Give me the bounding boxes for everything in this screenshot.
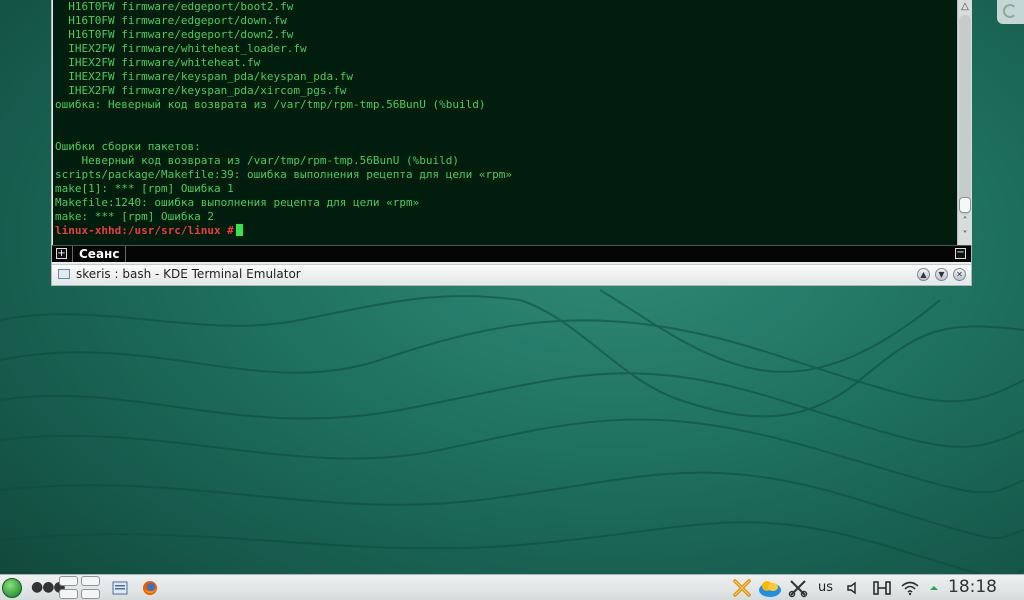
scroll-up-small-icon[interactable]: ˄ [958, 215, 972, 229]
terminal-line: IHEX2FW firmware/keyspan_pda/keyspan_pda… [55, 70, 354, 83]
terminal-line: IHEX2FW firmware/whiteheat.fw [55, 56, 261, 69]
minimize-button[interactable]: ▼ [935, 268, 948, 281]
terminal-line: make[1]: *** [rpm] Ошибка 1 [55, 182, 234, 195]
show-hidden-tray-icon[interactable] [928, 580, 940, 596]
terminal-line: scripts/package/Makefile:39: ошибка выпо… [55, 168, 512, 181]
terminal-line: H16T0FW firmware/edgeport/down.fw [55, 14, 287, 27]
window-title: skeris : bash - KDE Terminal Emulator [76, 267, 301, 281]
terminal-line: make: *** [rpm] Ошибка 2 [55, 210, 214, 223]
chevron-down-icon: ▼ [938, 270, 945, 279]
application-launcher-icon[interactable] [2, 578, 22, 598]
volume-icon[interactable] [846, 580, 862, 596]
terminal-prompt-line[interactable]: linux-xhhd:/usr/src/linux # [55, 224, 955, 238]
power-management-icon[interactable] [872, 580, 892, 596]
cloud-tray-icon[interactable] [758, 578, 782, 598]
close-button[interactable]: ✕ [953, 268, 966, 281]
close-tab-button[interactable]: − [955, 248, 966, 259]
wifi-icon[interactable] [900, 580, 920, 596]
terminal-line: Makefile:1240: ошибка выполнения рецепта… [55, 196, 420, 209]
toolbox-icon [1003, 4, 1017, 18]
desktop-4[interactable] [81, 589, 100, 599]
desktop-3[interactable] [59, 589, 78, 599]
keyboard-layout-indicator[interactable]: us [818, 580, 833, 596]
terminal-line: IHEX2FW firmware/whiteheat_loader.fw [55, 42, 307, 55]
desktop-toolbox[interactable] [997, 0, 1024, 24]
text-cursor [235, 224, 243, 236]
terminal-line: Ошибки сборки пакетов: [55, 140, 201, 153]
firefox-launcher-icon[interactable] [142, 580, 158, 596]
terminal-lines: H16T0FW firmware/edgeport/boot2.fw H16T0… [55, 0, 955, 238]
terminal-line: IHEX2FW firmware/keyspan_pda/xircom_pgs.… [55, 84, 347, 97]
terminal-line: H16T0FW firmware/edgeport/boot2.fw [55, 0, 294, 13]
session-tab-bar: + Сеанс − [52, 245, 971, 262]
scrollbar-track[interactable] [959, 15, 971, 215]
terminal-app-icon[interactable] [58, 269, 70, 279]
tools-tray-icon[interactable] [788, 578, 808, 598]
terminal-window: H16T0FW firmware/edgeport/boot2.fw H16T0… [51, 0, 972, 286]
file-manager-launcher-icon[interactable] [112, 580, 128, 596]
window-titlebar[interactable]: skeris : bash - KDE Terminal Emulator ▲ … [52, 264, 971, 284]
clock[interactable]: 18:18 [948, 577, 997, 597]
scroll-down-arrow-icon[interactable]: ˅ [958, 229, 972, 243]
desktop-2[interactable] [81, 576, 100, 586]
pin-icon: ▲ [920, 270, 927, 279]
new-tab-button[interactable]: + [56, 248, 67, 259]
terminal-line: H16T0FW firmware/edgeport/down2.fw [55, 28, 294, 41]
terminal-line: ошибка: Неверный код возврата из /var/tm… [55, 98, 486, 111]
scrollbar-thumb[interactable] [959, 197, 971, 213]
close-icon: ✕ [956, 270, 963, 279]
terminal-output[interactable]: H16T0FW firmware/edgeport/boot2.fw H16T0… [53, 0, 957, 245]
virtual-desktop-pager[interactable] [59, 576, 103, 600]
scroll-up-arrow-icon[interactable]: △ [958, 0, 972, 14]
tab-session[interactable]: Сеанс [72, 246, 127, 262]
shell-prompt: linux-xhhd:/usr/src/linux # [55, 224, 234, 237]
desktop-1[interactable] [59, 576, 78, 586]
terminal-scrollbar[interactable]: △ ˄ ˅ [957, 0, 972, 245]
keep-above-button[interactable]: ▲ [917, 268, 930, 281]
cross-tray-icon[interactable] [732, 578, 752, 598]
taskbar: ●●● us 18:18 [0, 574, 1024, 600]
terminal-line: Неверный код возврата из /var/tmp/rpm-tm… [55, 154, 459, 167]
